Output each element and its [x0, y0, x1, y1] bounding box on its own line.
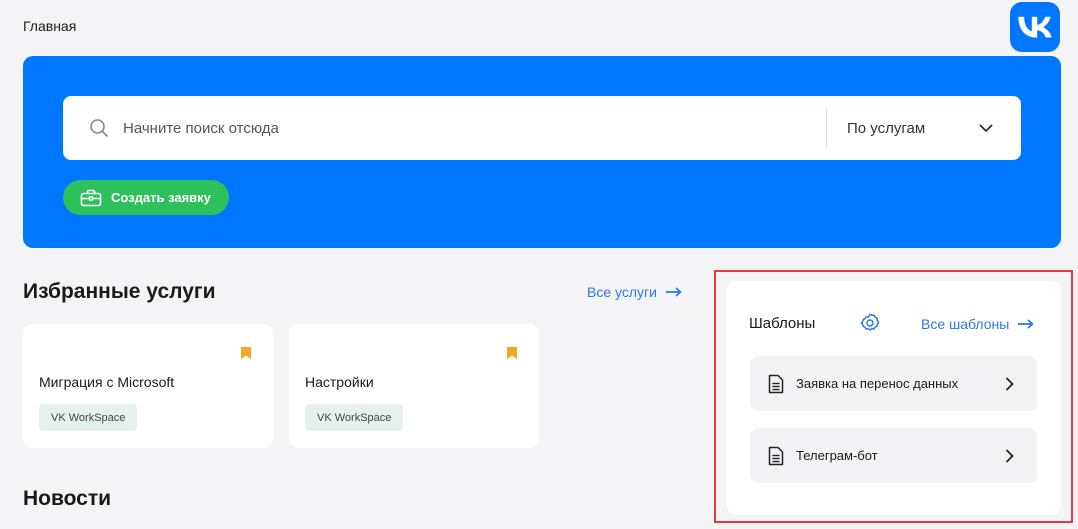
service-card-tag: VK WorkSpace — [39, 404, 138, 431]
service-card-name: Миграция с Microsoft — [39, 374, 175, 390]
gear-icon[interactable] — [859, 312, 881, 334]
briefcase-icon — [80, 189, 102, 207]
all-services-label: Все услуги — [587, 284, 657, 300]
service-card[interactable]: Настройки VK WorkSpace — [289, 324, 539, 448]
news-title: Новости — [23, 487, 112, 510]
service-card[interactable]: Миграция с Microsoft VK WorkSpace — [23, 324, 273, 448]
chevron-right-icon — [1005, 449, 1015, 463]
chevron-right-icon — [1005, 377, 1015, 391]
document-icon — [768, 374, 784, 394]
document-icon — [768, 446, 784, 466]
create-request-button[interactable]: Создать заявку — [63, 180, 229, 215]
search-scope-value: По услугам — [847, 119, 926, 137]
template-item-label: Телеграм-бот — [796, 448, 878, 463]
service-card-tag: VK WorkSpace — [305, 404, 404, 431]
search-scope-select[interactable]: По услугам — [827, 96, 1021, 160]
search-hero: По услугам Создать заявку — [23, 56, 1061, 248]
template-item-label: Заявка на перенос данных — [796, 376, 959, 391]
templates-panel: Шаблоны Все шаблоны Заявка на перенос да… — [727, 281, 1061, 515]
service-card-name: Настройки — [305, 374, 374, 390]
all-templates-link[interactable]: Все шаблоны — [921, 316, 1034, 332]
search-input[interactable] — [123, 96, 826, 160]
create-request-label: Создать заявку — [111, 190, 211, 205]
bookmark-icon[interactable] — [507, 346, 517, 359]
all-templates-label: Все шаблоны — [921, 316, 1010, 332]
search-bar: По услугам — [63, 96, 1021, 160]
search-icon — [89, 118, 109, 138]
arrow-right-icon — [665, 287, 682, 297]
all-services-link[interactable]: Все услуги — [587, 284, 682, 300]
chevron-down-icon — [979, 120, 993, 137]
vk-logo-icon[interactable] — [1010, 2, 1060, 52]
template-item[interactable]: Телеграм-бот — [750, 428, 1037, 483]
templates-title: Шаблоны — [749, 315, 816, 332]
template-item[interactable]: Заявка на перенос данных — [750, 356, 1037, 411]
arrow-right-icon — [1017, 319, 1034, 329]
bookmark-icon[interactable] — [241, 346, 251, 359]
breadcrumb[interactable]: Главная — [23, 18, 76, 34]
favorites-title: Избранные услуги — [23, 280, 216, 303]
